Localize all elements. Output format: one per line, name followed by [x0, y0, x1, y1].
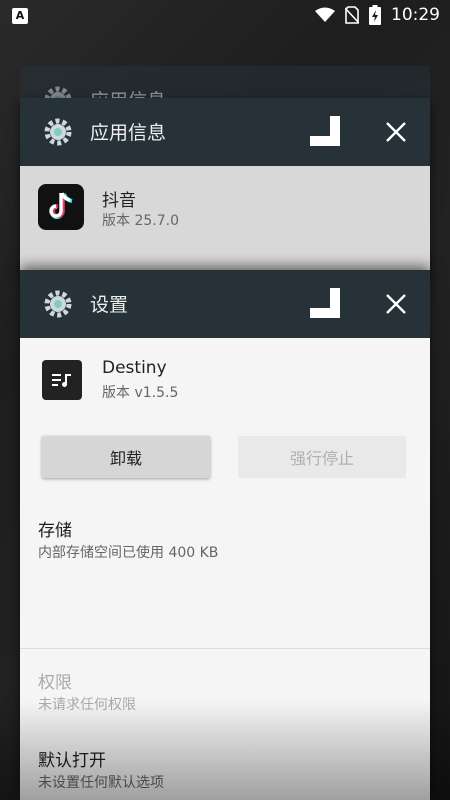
app-summary: Destiny 版本 v1.5.5 — [38, 356, 398, 404]
app-notification-icon: A — [12, 8, 28, 24]
app-version: 版本 25.7.0 — [102, 213, 179, 229]
status-bar: A 10:29 — [0, 0, 450, 32]
card-title: 应用信息 — [90, 122, 167, 144]
setting-title: 存储 — [38, 521, 72, 541]
setting-subtitle: 未请求任何权限 — [38, 697, 136, 713]
battery-charging-icon — [369, 5, 381, 25]
open-by-default-setting[interactable]: 默认打开 未设置任何默认选项 — [20, 728, 430, 800]
app-summary: 抖音 版本 25.7.0 — [38, 184, 398, 232]
divider — [20, 648, 430, 649]
close-icon[interactable] — [382, 118, 410, 146]
storage-setting[interactable]: 存储 内部存储空间已使用 400 KB — [20, 506, 430, 586]
recent-card-app-info[interactable]: 应用信息 抖音 版本 25.7.0 — [20, 98, 430, 273]
permissions-setting[interactable]: 权限 未请求任何权限 — [20, 650, 430, 730]
setting-title: 默认打开 — [38, 751, 106, 771]
close-icon[interactable] — [382, 290, 410, 318]
setting-title: 权限 — [38, 673, 72, 693]
settings-gear-icon — [44, 290, 72, 318]
card-header: 应用信息 — [20, 98, 430, 166]
split-screen-button[interactable] — [310, 116, 340, 146]
music-app-icon — [42, 360, 82, 400]
clock: 10:29 — [391, 5, 440, 25]
douyin-app-icon — [38, 184, 84, 230]
uninstall-button[interactable]: 卸载 — [42, 436, 210, 478]
settings-gear-icon — [44, 118, 72, 146]
card-body: 抖音 版本 25.7.0 — [20, 166, 430, 273]
force-stop-button[interactable]: 强行停止 — [238, 436, 406, 478]
setting-subtitle: 未设置任何默认选项 — [38, 775, 164, 791]
split-screen-button[interactable] — [310, 288, 340, 318]
app-version: 版本 v1.5.5 — [102, 385, 179, 401]
setting-subtitle: 内部存储空间已使用 400 KB — [38, 545, 219, 561]
no-sim-icon — [345, 6, 359, 24]
recent-card-settings[interactable]: 设置 Destiny 版本 v1.5.5 卸载 强行停止 存储 内部存储空间已使 — [20, 270, 430, 800]
app-name: 抖音 — [102, 191, 136, 211]
card-header: 设置 — [20, 270, 430, 338]
app-name: Destiny — [102, 358, 167, 378]
wifi-icon — [315, 7, 335, 22]
card-title: 设置 — [90, 294, 129, 316]
